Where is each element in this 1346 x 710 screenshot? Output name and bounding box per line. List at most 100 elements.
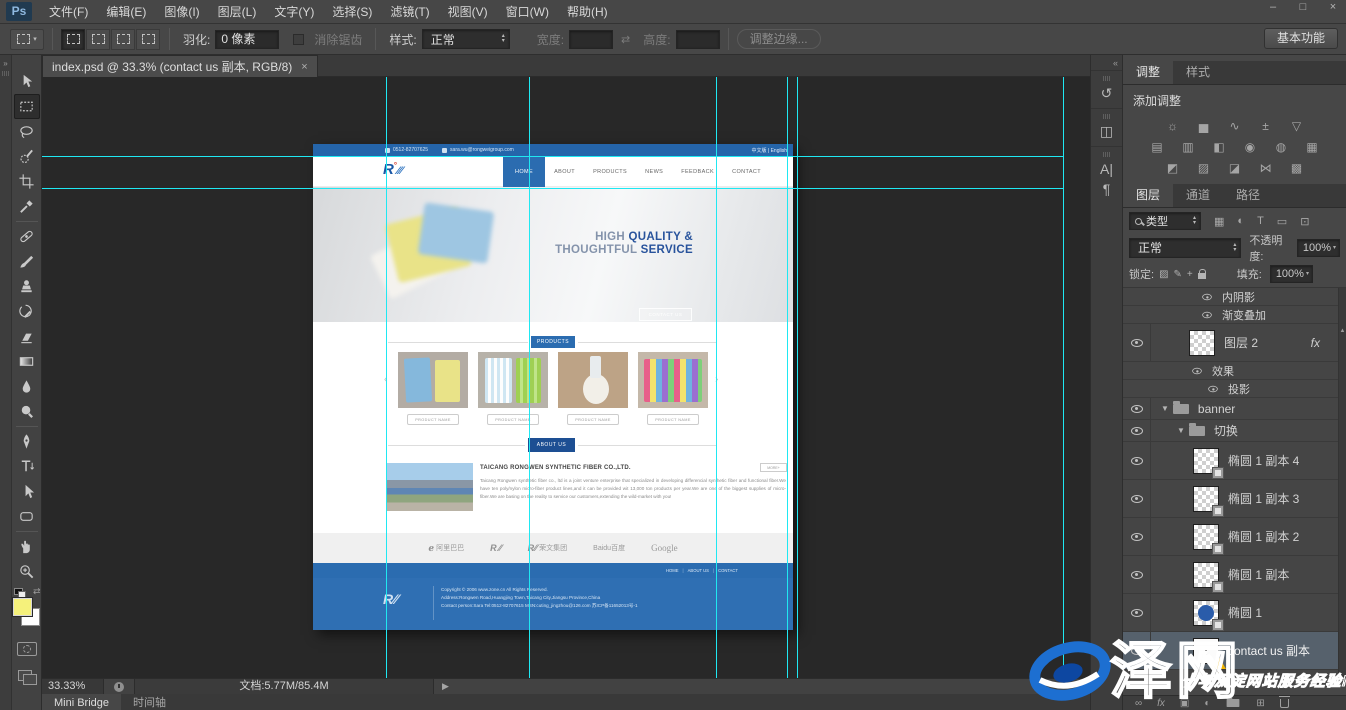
selective-color-icon[interactable]: ▩ (1284, 160, 1309, 177)
posterize-icon[interactable]: ▨ (1191, 160, 1216, 177)
history-panel-icon[interactable]: ↺ (1091, 85, 1122, 102)
rongwen-group-logo[interactable]: R⁄⁄荣文集团 (528, 543, 568, 553)
footer-link-contact[interactable]: CONTACT (718, 568, 738, 573)
new-layer-icon[interactable]: ⊞ (1256, 698, 1264, 709)
layer-thumbnail[interactable] (1193, 600, 1219, 626)
character-panel-icon[interactable]: A| (1091, 161, 1122, 177)
workspace-switcher-button[interactable]: 基本功能 (1264, 28, 1338, 49)
menu-view[interactable]: 视图(V) (439, 0, 497, 24)
zoom-level-input[interactable]: 33.33% (42, 679, 104, 695)
lock-all-icon[interactable] (1198, 273, 1206, 279)
layer-effect-row[interactable]: 内阴影 (1123, 288, 1346, 306)
delete-layer-icon[interactable] (1280, 699, 1289, 708)
new-adjustment-icon[interactable]: ◐ (1204, 698, 1210, 709)
quick-mask-button[interactable] (17, 642, 37, 656)
levels-icon[interactable]: ▅ (1191, 118, 1216, 135)
add-mask-icon[interactable]: ▣ (1180, 698, 1189, 709)
menu-select[interactable]: 选择(S) (323, 0, 381, 24)
menu-layer[interactable]: 图层(L) (209, 0, 266, 24)
layer-row[interactable]: 椭圆 1 (1123, 594, 1346, 632)
filter-type-dropdown[interactable]: 类型 ▴▾ (1129, 212, 1201, 230)
dodge-tool[interactable] (14, 399, 40, 424)
filter-smart-objects-icon[interactable]: ⊡ (1300, 215, 1309, 228)
visibility-toggle[interactable] (1123, 420, 1151, 441)
threshold-icon[interactable]: ◪ (1222, 160, 1247, 177)
menu-window[interactable]: 窗口(W) (497, 0, 558, 24)
brush-tool[interactable] (14, 249, 40, 274)
shape-tool[interactable] (14, 504, 40, 529)
layer-row[interactable]: 椭圆 1 副本 4 (1123, 442, 1346, 480)
zoom-tool[interactable] (14, 559, 40, 584)
selection-mode-intersect[interactable] (136, 29, 160, 50)
opacity-input[interactable]: 100%▾ (1297, 239, 1340, 257)
screen-mode-button[interactable] (18, 670, 36, 683)
clone-stamp-tool[interactable] (14, 274, 40, 299)
lock-position-icon[interactable]: + (1187, 269, 1193, 280)
filter-type-layers-icon[interactable]: T (1257, 215, 1264, 227)
swap-dimensions-icon[interactable]: ⇄ (621, 33, 630, 46)
gradient-map-icon[interactable]: ⋈ (1253, 160, 1278, 177)
menu-edit[interactable]: 编辑(E) (97, 0, 155, 24)
lock-transparency-icon[interactable]: ▨ (1159, 269, 1168, 280)
eyedropper-tool[interactable] (14, 194, 40, 219)
fill-input[interactable]: 100%▾ (1270, 265, 1313, 283)
visibility-toggle[interactable] (1192, 367, 1202, 373)
guide-vertical[interactable] (716, 77, 717, 678)
layer-group-row[interactable]: ▼ banner (1123, 398, 1346, 420)
layer-thumbnail[interactable] (1193, 524, 1219, 550)
menu-image[interactable]: 图像(I) (155, 0, 208, 24)
link-layers-icon[interactable]: ∞ (1135, 698, 1142, 709)
visibility-toggle[interactable] (1123, 324, 1151, 361)
lock-pixels-icon[interactable]: ✎ (1174, 269, 1182, 280)
status-options-icon[interactable]: ▶ (442, 681, 449, 692)
product-card[interactable]: PRODUCT NAME (638, 352, 708, 425)
photo-filter-icon[interactable]: ◉ (1238, 139, 1263, 156)
close-button[interactable]: × (1326, 1, 1340, 13)
fx-badge[interactable]: fx (1311, 336, 1320, 350)
vibrance-icon[interactable]: ▽ (1284, 118, 1309, 135)
layer-thumbnail[interactable] (1193, 448, 1219, 474)
visibility-toggle[interactable] (1123, 398, 1151, 419)
hue-saturation-icon[interactable]: ▤ (1145, 139, 1170, 156)
collapse-group-icon[interactable]: ▼ (1177, 426, 1185, 435)
guide-vertical[interactable] (787, 77, 788, 678)
tab-layers[interactable]: 图层 (1123, 184, 1173, 207)
layer-row-selected[interactable]: T contact us 副本 (1123, 632, 1346, 670)
guide-vertical[interactable] (386, 77, 387, 678)
footer-link-home[interactable]: HOME (666, 568, 679, 573)
layer-effect-row[interactable]: 效果 (1123, 362, 1346, 380)
tab-paths[interactable]: 路径 (1223, 184, 1273, 207)
channel-mixer-icon[interactable]: ◍ (1269, 139, 1294, 156)
swap-colors-icon[interactable]: ⇄ (33, 586, 41, 597)
menu-filter[interactable]: 滤镜(T) (381, 0, 438, 24)
lasso-tool[interactable] (14, 119, 40, 144)
site-language-links[interactable]: 中文版 | English (752, 147, 787, 154)
rongwen-logo[interactable]: R⁄⁄ (490, 543, 502, 553)
menu-file[interactable]: 文件(F) (40, 0, 97, 24)
color-lookup-icon[interactable]: ▦ (1300, 139, 1325, 156)
layer-thumbnail[interactable] (1189, 330, 1215, 356)
filter-adjustment-layers-icon[interactable]: ◐ (1237, 215, 1244, 227)
visibility-toggle[interactable] (1123, 442, 1151, 479)
alibaba-logo[interactable]: ℯ阿里巴巴 (428, 543, 464, 554)
tab-channels[interactable]: 通道 (1173, 184, 1223, 207)
canvas-area[interactable]: 0512-82707625 sara.wu@rongweigroup.com 中… (42, 77, 1090, 678)
document-tab[interactable]: index.psd @ 33.3% (contact us 副本, RGB/8)… (42, 55, 318, 77)
selection-mode-subtract[interactable] (111, 29, 135, 50)
default-colors-icon[interactable] (14, 588, 23, 595)
brightness-contrast-icon[interactable]: ☼ (1160, 118, 1185, 135)
layer-style-icon[interactable]: fx (1157, 698, 1165, 709)
footer-link-about[interactable]: ABOUT US (688, 568, 709, 573)
blend-mode-dropdown[interactable]: 正常 ▴▾ (1129, 238, 1241, 258)
layer-row[interactable]: 椭圆 1 副本 2 (1123, 518, 1346, 556)
foreground-color-swatch[interactable] (13, 598, 32, 616)
curves-icon[interactable]: ∿ (1222, 118, 1247, 135)
eraser-tool[interactable] (14, 324, 40, 349)
pen-tool[interactable] (14, 429, 40, 454)
rectangular-marquee-tool[interactable] (14, 94, 40, 119)
tab-adjustments[interactable]: 调整 (1123, 61, 1173, 84)
baidu-logo[interactable]: Baidu百度 (593, 543, 625, 553)
blur-tool[interactable] (14, 374, 40, 399)
panel-grip[interactable] (2, 71, 10, 76)
visibility-toggle[interactable] (1202, 311, 1212, 317)
